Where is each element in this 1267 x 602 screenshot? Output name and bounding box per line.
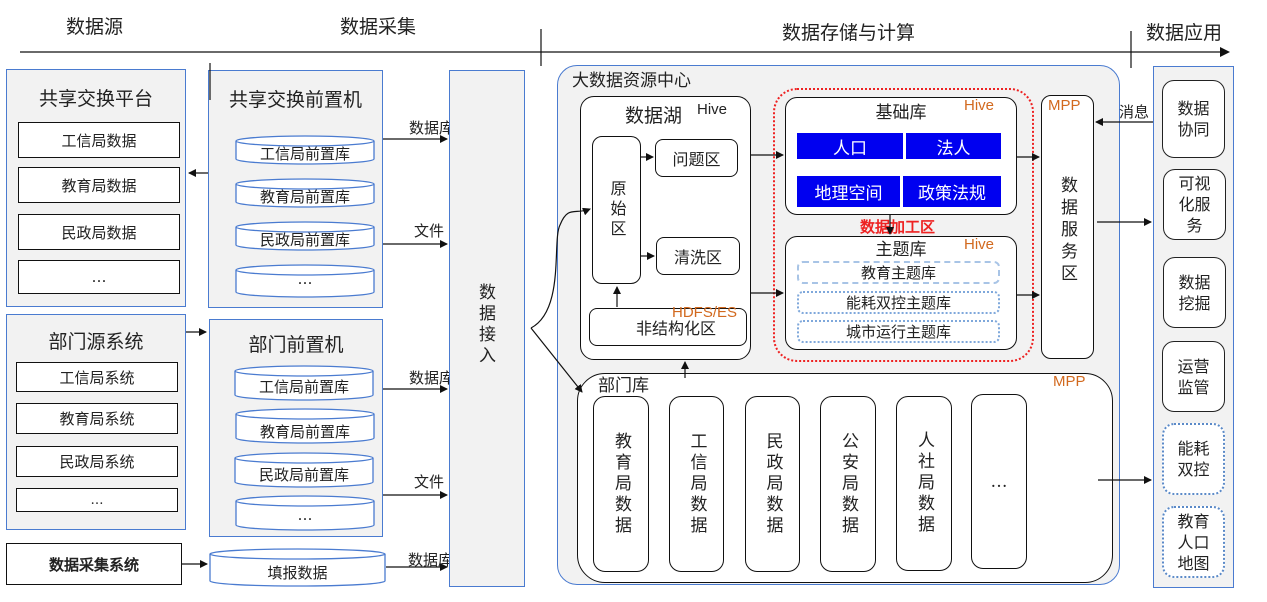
base-db-engine: Hive xyxy=(964,97,995,114)
dept-column-label: … xyxy=(990,471,1008,492)
raw-zone[interactable]: 原始区 xyxy=(592,136,641,284)
data-lake-title: 数据湖 xyxy=(625,105,683,127)
fill-data-db[interactable]: 填报数据 xyxy=(209,548,386,588)
dept-column[interactable]: 公安局数据 xyxy=(820,396,876,572)
unstructured-engine: HDFS/ES xyxy=(672,304,738,321)
base-tile-legal-entity[interactable]: 法人 xyxy=(906,133,1001,159)
clean-zone[interactable]: 清洗区 xyxy=(656,237,740,275)
db-label: 教育局前置库 xyxy=(259,423,350,441)
raw-zone-label: 原始区 xyxy=(607,180,627,240)
dept-system-item[interactable]: 教育局系统 xyxy=(16,403,178,434)
base-tile-geospatial[interactable]: 地理空间 xyxy=(797,176,900,207)
app-item[interactable]: 数据挖掘 xyxy=(1163,257,1226,328)
db-label: … xyxy=(297,270,313,288)
share-platform-title: 共享交换平台 xyxy=(38,88,153,110)
message-label: 消息 xyxy=(1119,103,1150,121)
db-label: 教育局前置库 xyxy=(259,188,350,206)
app-item-label: 数据挖掘 xyxy=(1178,272,1211,313)
big-data-center-title: 大数据资源中心 xyxy=(572,71,691,91)
app-item-label: 数据协同 xyxy=(1177,99,1210,139)
share-frontend-title: 共享交换前置机 xyxy=(228,89,362,111)
theme-item[interactable]: 城市运行主题库 xyxy=(797,320,1000,343)
db-label: 民政局前置库 xyxy=(259,231,350,249)
db-label: 填报数据 xyxy=(267,564,328,582)
dept-column[interactable]: 人社局数据 xyxy=(896,396,952,571)
app-item[interactable]: 能耗双控 xyxy=(1162,423,1225,495)
dept-column-label: 教育局数据 xyxy=(611,431,631,537)
data-lake-engine: Hive xyxy=(697,101,728,118)
edge-label-db: 数据库 xyxy=(409,369,455,387)
edge-label-db: 数据库 xyxy=(409,119,455,137)
app-item[interactable]: 教育人口地图 xyxy=(1162,506,1225,578)
dept-column[interactable]: … xyxy=(971,394,1027,569)
edge-label-file: 文件 xyxy=(414,222,445,240)
collect-system-box[interactable]: 数据采集系统 xyxy=(6,543,182,585)
dept-column-label: 民政局数据 xyxy=(762,431,783,537)
base-tile-policy[interactable]: 政策法规 xyxy=(903,176,1001,207)
dept-column[interactable]: 民政局数据 xyxy=(745,396,800,572)
share-platform-item[interactable]: 教育局数据 xyxy=(18,167,180,203)
db-label: 民政局前置库 xyxy=(258,466,349,484)
db-label: 工信局前置库 xyxy=(259,145,350,163)
base-tile-population[interactable]: 人口 xyxy=(797,133,903,159)
dept-column[interactable]: 工信局数据 xyxy=(669,396,724,572)
db-label: … xyxy=(297,506,313,524)
app-item-label: 教育人口地图 xyxy=(1177,511,1210,573)
dept-system-item[interactable]: 民政局系统 xyxy=(16,446,178,477)
dept-system-item[interactable]: … xyxy=(16,488,178,512)
app-item[interactable]: 可视化服务 xyxy=(1163,169,1226,240)
processing-zone-label: 数据加工区 xyxy=(860,219,936,236)
service-zone-panel[interactable]: MPP 数据服务区 xyxy=(1041,95,1094,359)
dept-column-label: 公安局数据 xyxy=(838,431,858,537)
stage-label-storage: 数据存储与计算 xyxy=(782,22,916,44)
dept-frontend-db[interactable]: 工信局前置库 xyxy=(234,365,374,401)
dept-db-title: 部门库 xyxy=(598,376,649,396)
dept-frontend-db[interactable]: 教育局前置库 xyxy=(235,408,375,444)
dept-frontend-title: 部门前置机 xyxy=(248,334,344,356)
service-zone-label: 数据服务区 xyxy=(1057,176,1077,286)
theme-item[interactable]: 教育主题库 xyxy=(797,261,1000,284)
share-platform-item[interactable]: 工信局数据 xyxy=(18,122,180,158)
dept-column[interactable]: 教育局数据 xyxy=(593,396,649,572)
stage-label-source: 数据源 xyxy=(66,16,124,38)
share-platform-panel: 共享交换平台 工信局数据 教育局数据 民政局数据 … xyxy=(6,69,186,307)
dept-system-panel: 部门源系统 工信局系统 教育局系统 民政局系统 … xyxy=(6,314,186,530)
share-platform-item[interactable]: … xyxy=(18,260,180,294)
dept-column-label: 工信局数据 xyxy=(686,431,707,537)
timeline-arrowhead xyxy=(1220,47,1230,57)
app-item-label: 能耗双控 xyxy=(1177,439,1210,479)
data-access-panel[interactable]: 数据接入 xyxy=(449,70,525,587)
dept-frontend-db[interactable]: … xyxy=(235,495,375,531)
data-access-label: 数据接入 xyxy=(475,283,495,367)
db-label: 工信局前置库 xyxy=(258,378,349,396)
share-frontend-db[interactable]: 工信局前置库 xyxy=(235,135,375,165)
app-item-label: 可视化服务 xyxy=(1178,174,1211,235)
dept-column-label: 人社局数据 xyxy=(914,431,934,536)
stage-label-collect: 数据采集 xyxy=(340,16,417,38)
problem-zone[interactable]: 问题区 xyxy=(655,139,738,177)
service-zone-engine: MPP xyxy=(1048,97,1081,114)
dept-system-title: 部门源系统 xyxy=(48,331,144,353)
edge-label-db: 数据库 xyxy=(408,551,454,569)
share-frontend-db[interactable]: … xyxy=(235,264,375,298)
app-item[interactable]: 数据协同 xyxy=(1162,80,1225,158)
share-platform-item[interactable]: 民政局数据 xyxy=(18,214,180,250)
dept-frontend-db[interactable]: 民政局前置库 xyxy=(234,452,374,488)
share-frontend-db[interactable]: 民政局前置库 xyxy=(235,221,375,251)
stage-label-application: 数据应用 xyxy=(1146,22,1223,44)
app-item[interactable]: 运营监管 xyxy=(1162,341,1225,412)
theme-db-engine: Hive xyxy=(964,236,995,253)
dept-system-item[interactable]: 工信局系统 xyxy=(16,362,178,392)
share-frontend-db[interactable]: 教育局前置库 xyxy=(235,178,375,208)
edge-label-file: 文件 xyxy=(414,473,445,491)
app-item-label: 运营监管 xyxy=(1177,356,1210,397)
theme-item[interactable]: 能耗双控主题库 xyxy=(797,291,1000,314)
dept-db-engine: MPP xyxy=(1053,373,1086,390)
